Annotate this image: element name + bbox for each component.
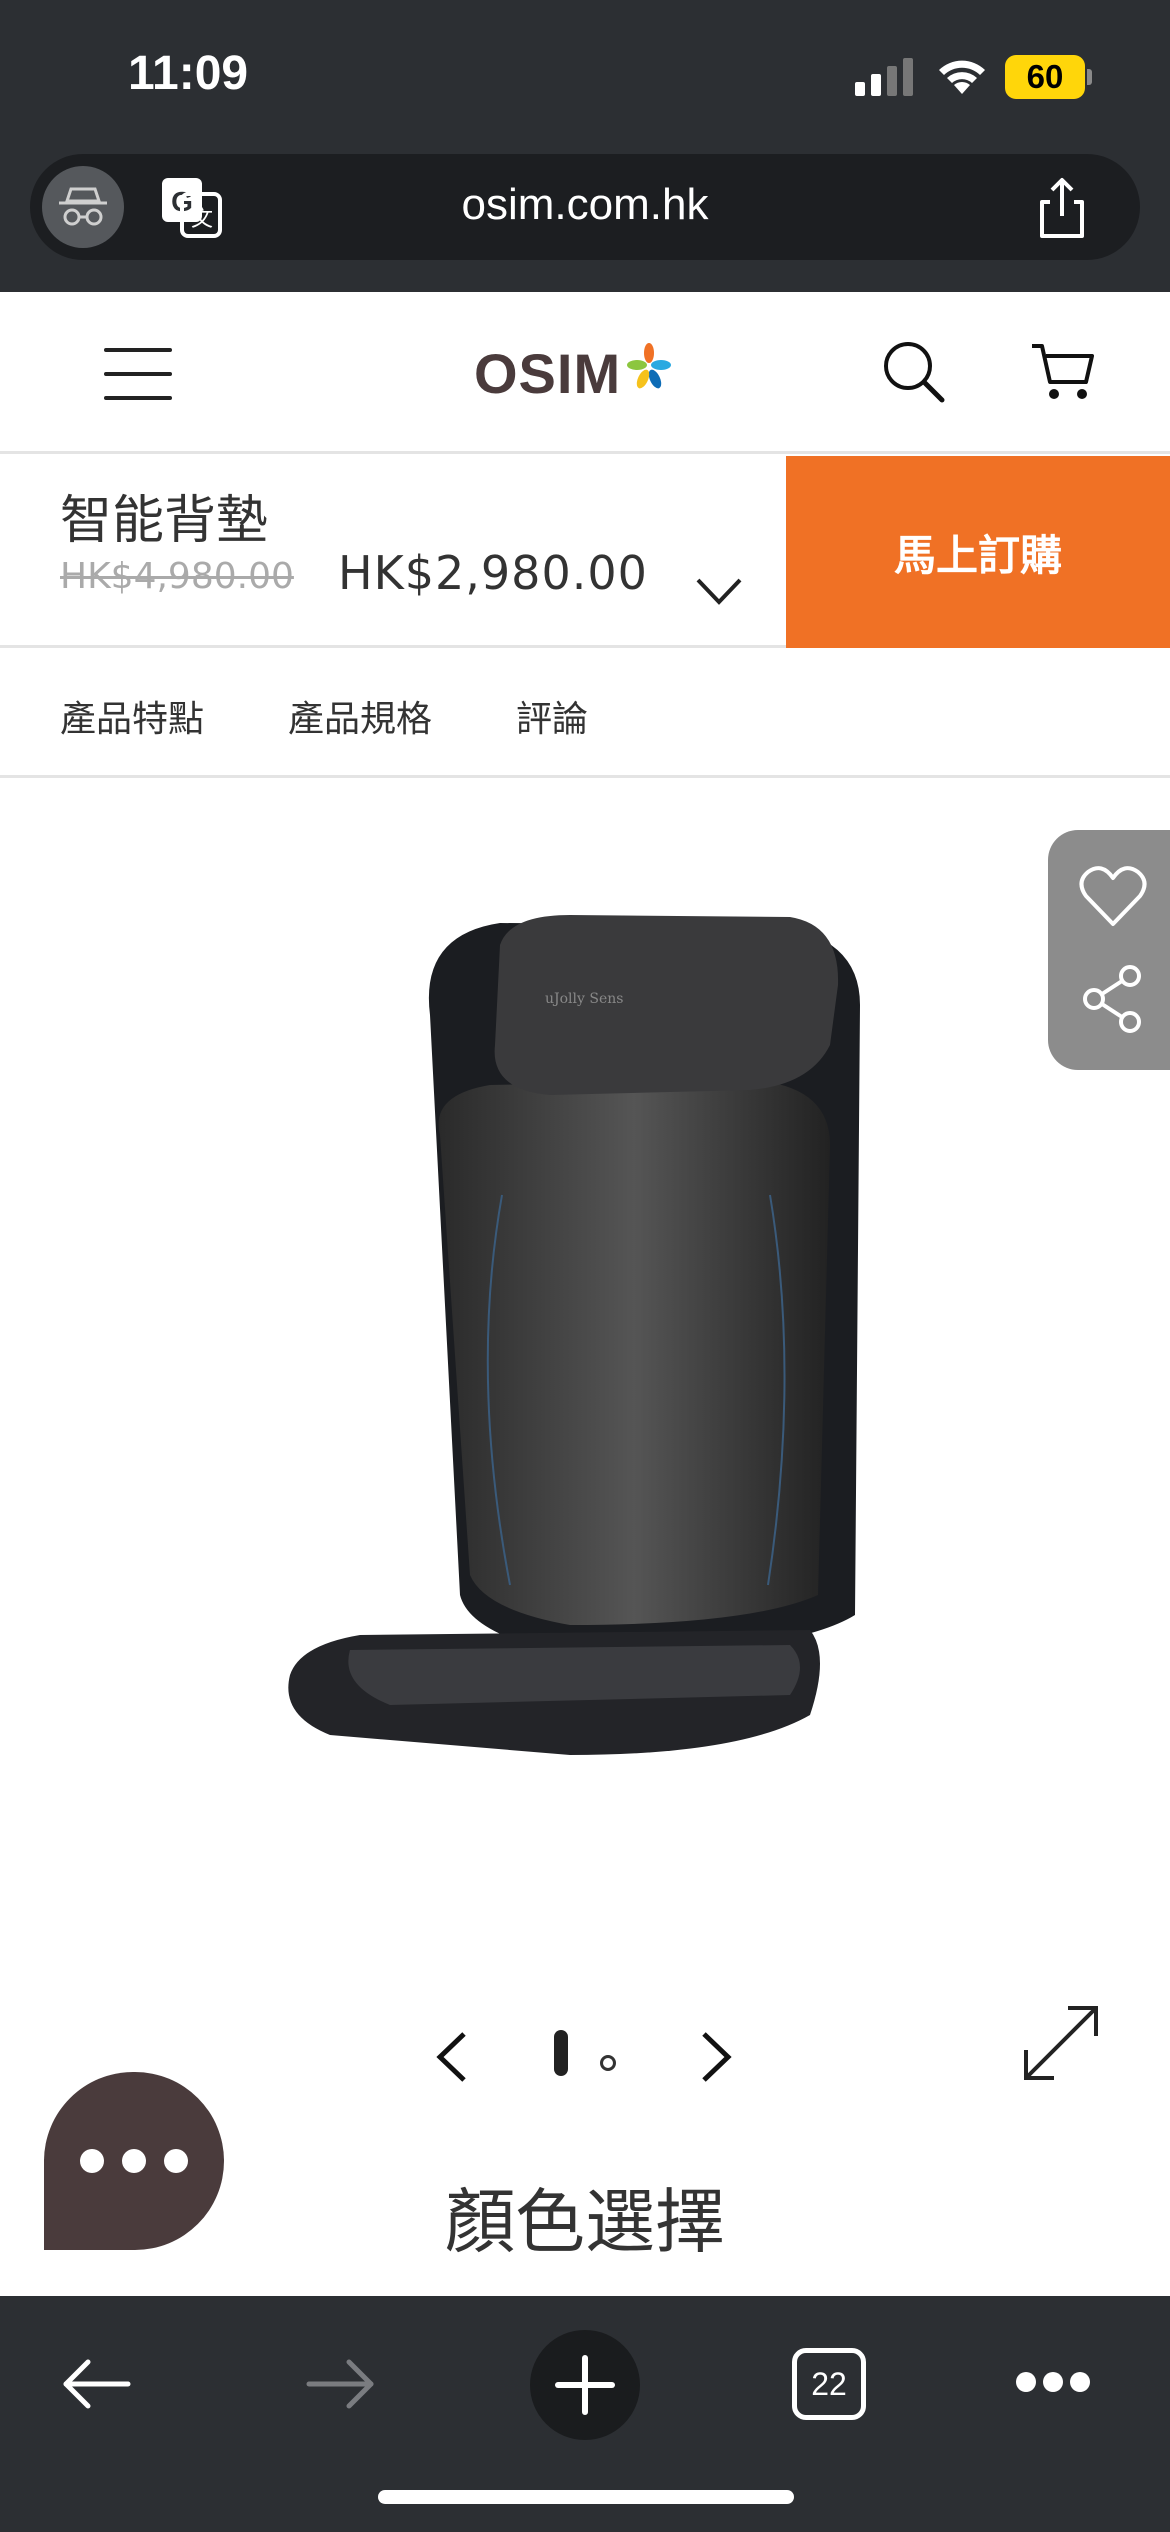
chevron-left-icon[interactable] bbox=[428, 2030, 478, 2084]
plus-icon bbox=[555, 2355, 615, 2415]
product-summary-bar: 智能背墊 HK$4,980.00 HK$2,980.00 馬上訂購 bbox=[0, 456, 1170, 648]
battery-cap bbox=[1087, 69, 1092, 85]
color-selection-title: 顏色選擇 bbox=[445, 2181, 725, 2263]
logo-text: OSIM bbox=[474, 341, 622, 405]
buy-now-button[interactable]: 馬上訂購 bbox=[786, 456, 1170, 648]
tab-specifications[interactable]: 產品規格 bbox=[288, 690, 432, 742]
side-actions-panel bbox=[1048, 830, 1170, 1070]
search-icon[interactable] bbox=[880, 338, 946, 404]
menu-icon[interactable] bbox=[104, 348, 172, 400]
logo-flower-icon bbox=[627, 343, 672, 389]
tab-features[interactable]: 產品特點 bbox=[60, 690, 204, 742]
original-price: HK$4,980.00 bbox=[60, 556, 294, 597]
sale-price: HK$2,980.00 bbox=[338, 546, 648, 600]
home-indicator bbox=[378, 2490, 794, 2504]
tabs-icon[interactable]: 22 bbox=[792, 2348, 866, 2420]
browser-toolbar: 22 bbox=[0, 2296, 1170, 2532]
battery-level: 60 bbox=[1005, 55, 1085, 99]
signal-icon bbox=[855, 58, 913, 96]
share-icon[interactable] bbox=[1080, 964, 1146, 1034]
osim-logo[interactable]: OSIM bbox=[474, 338, 673, 408]
product-image[interactable]: uJolly Sens bbox=[270, 895, 890, 1775]
product-tabs: 產品特點 產品規格 評論 bbox=[0, 650, 1170, 778]
more-icon[interactable] bbox=[1016, 2372, 1090, 2396]
chevron-right-icon[interactable] bbox=[690, 2030, 740, 2084]
product-name: 智能背墊 bbox=[60, 491, 269, 551]
tab-reviews[interactable]: 評論 bbox=[516, 690, 588, 742]
gallery-dot-active[interactable] bbox=[554, 2030, 568, 2076]
battery-icon: 60 bbox=[1005, 55, 1093, 99]
browser-top-chrome: 11:09 60 G 文 osim.com.hk bbox=[0, 0, 1170, 292]
back-arrow-icon[interactable] bbox=[60, 2356, 132, 2412]
new-tab-button[interactable] bbox=[530, 2330, 640, 2440]
forward-arrow-icon[interactable] bbox=[305, 2356, 377, 2412]
gallery-dot[interactable] bbox=[600, 2055, 616, 2071]
site-header: OSIM bbox=[0, 292, 1170, 454]
wifi-icon bbox=[939, 60, 985, 94]
product-brand-mark: uJolly Sens bbox=[545, 991, 623, 1007]
heart-icon[interactable] bbox=[1078, 862, 1148, 928]
cart-icon[interactable] bbox=[1030, 338, 1096, 404]
chevron-down-icon[interactable] bbox=[694, 574, 744, 608]
url-text[interactable]: osim.com.hk bbox=[30, 180, 1140, 230]
url-bar[interactable]: G 文 osim.com.hk bbox=[30, 154, 1140, 260]
status-time: 11:09 bbox=[128, 47, 249, 100]
expand-icon[interactable] bbox=[1020, 2002, 1102, 2084]
share-icon[interactable] bbox=[1030, 176, 1094, 240]
